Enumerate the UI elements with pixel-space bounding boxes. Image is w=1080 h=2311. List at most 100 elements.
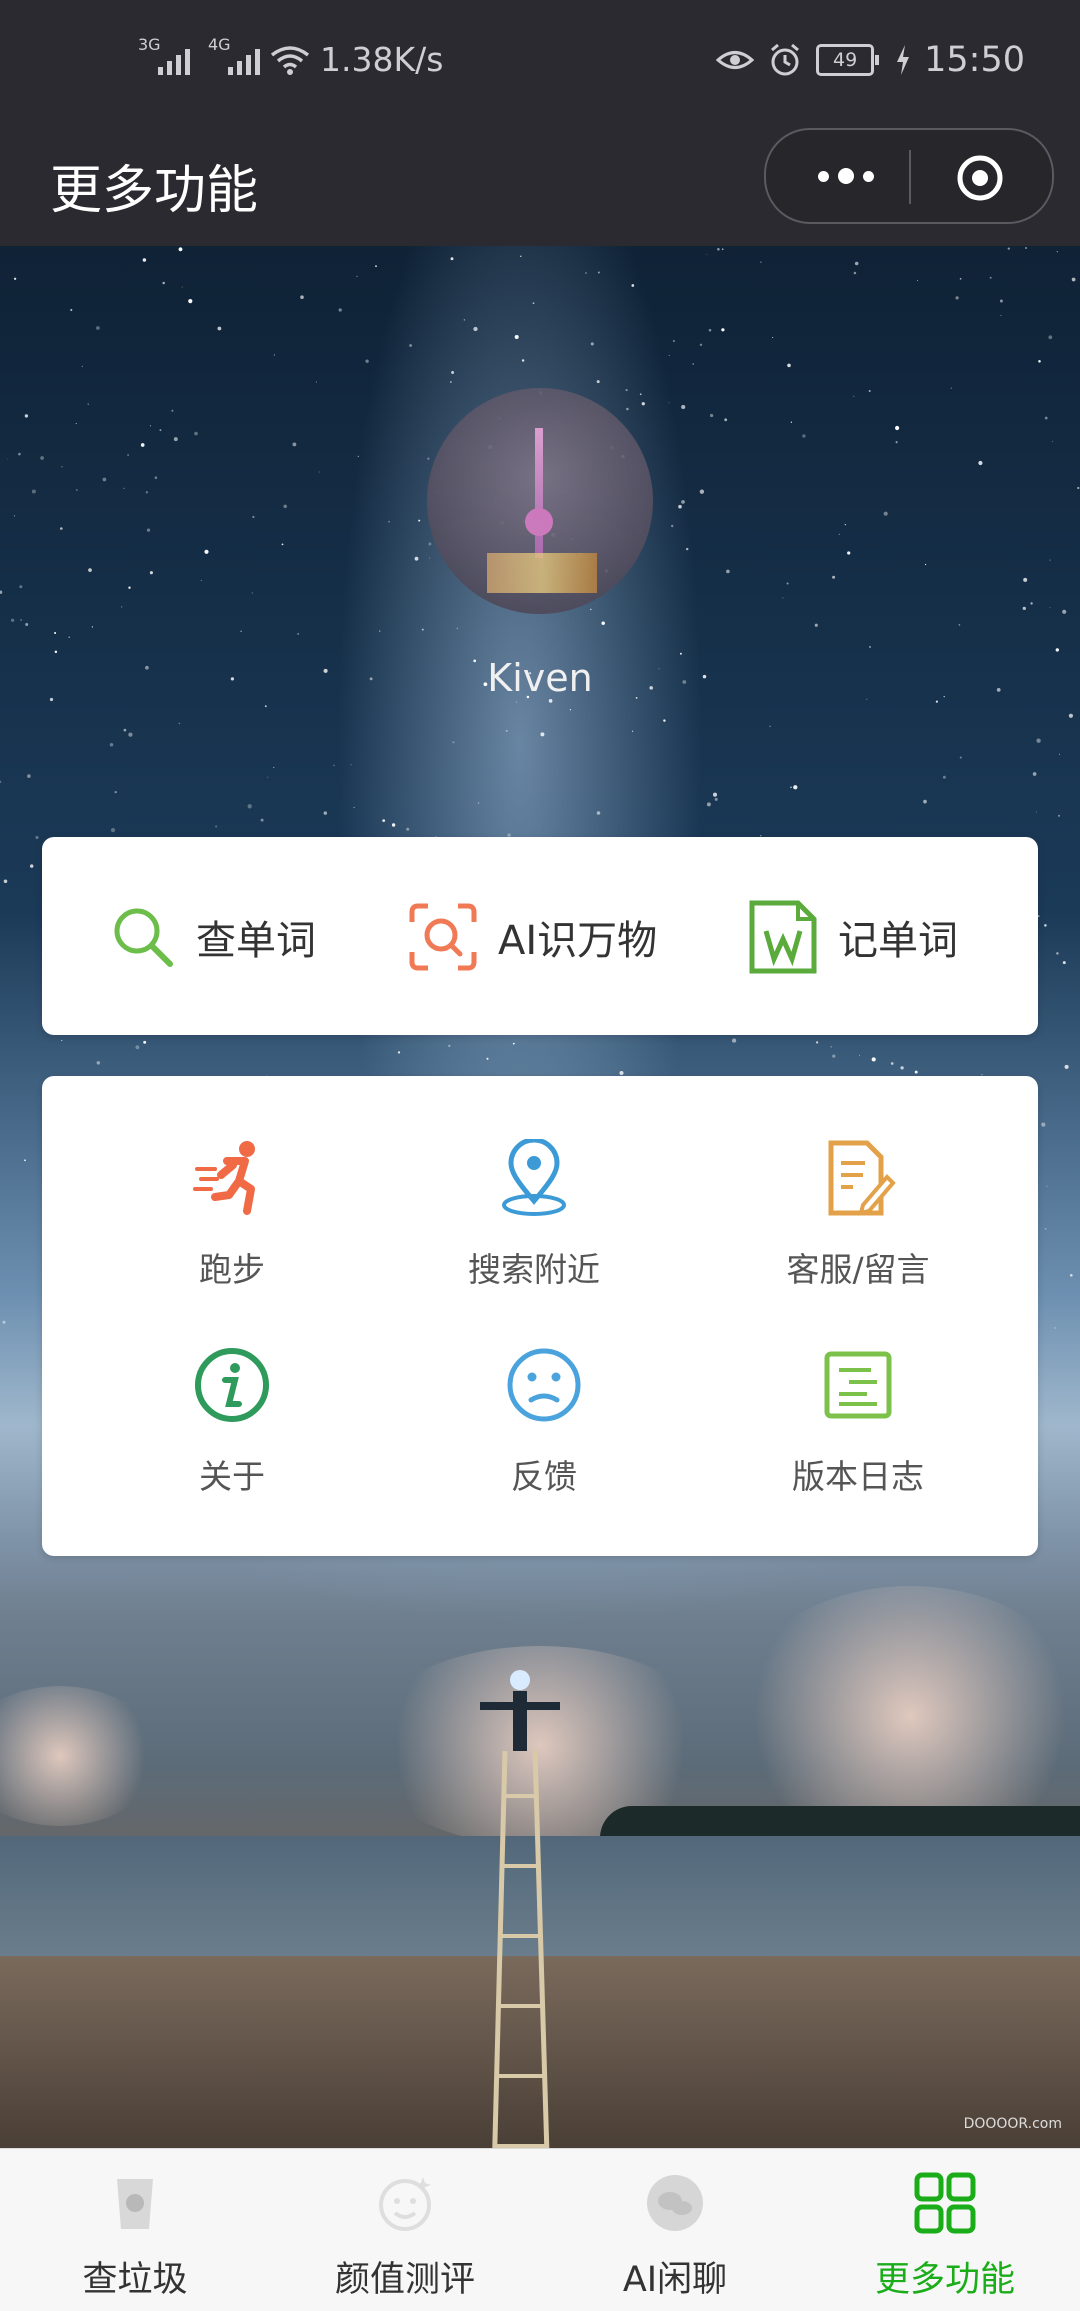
star [13, 277, 17, 280]
star [418, 519, 421, 522]
star [569, 709, 572, 711]
star [681, 404, 686, 410]
status-right: 49 15:50 [716, 40, 1025, 80]
star [251, 592, 253, 594]
features-card: 跑步 搜索附近 客服/留言 关于 反馈 版本日志 [42, 1076, 1038, 1556]
star [54, 650, 58, 654]
star [853, 395, 855, 397]
about-button[interactable]: 关于 [82, 1346, 382, 1498]
star [448, 1044, 451, 1048]
more-dots-icon[interactable] [806, 156, 886, 196]
quick-actions-card: 查单词 AI识万物 记单词 [42, 837, 1038, 1035]
star [388, 520, 390, 523]
star [200, 579, 202, 581]
memorize-word-label: 记单词 [838, 918, 958, 964]
star [273, 766, 275, 769]
tab-more-features[interactable]: 更多功能 [845, 2171, 1045, 2302]
customer-service-button[interactable]: 客服/留言 [708, 1139, 1008, 1291]
star [772, 336, 774, 339]
star [790, 786, 792, 789]
tab-ai-chat[interactable]: AI闲聊 [575, 2171, 775, 2302]
ai-recognize-button[interactable]: AI识万物 [408, 899, 657, 975]
note-edit-icon [828, 1140, 896, 1216]
lookup-word-button[interactable]: 查单词 [110, 899, 316, 975]
star [397, 1051, 401, 1054]
star [625, 389, 628, 392]
star [463, 319, 465, 321]
star [760, 261, 762, 263]
star [782, 597, 784, 599]
star [942, 775, 946, 779]
star [787, 363, 791, 368]
feedback-button[interactable]: 反馈 [394, 1346, 694, 1498]
star [452, 741, 455, 744]
star [512, 1042, 515, 1045]
avatar[interactable] [427, 388, 653, 614]
star [1062, 961, 1066, 965]
star [699, 489, 705, 494]
scan-icon [409, 903, 477, 971]
star [379, 630, 381, 632]
memorize-word-button[interactable]: 记单词 [748, 899, 958, 975]
star [149, 571, 153, 575]
star [24, 1159, 26, 1162]
running-button[interactable]: 跑步 [82, 1139, 382, 1291]
island [600, 1806, 1080, 1838]
star [678, 504, 682, 509]
star [143, 1040, 147, 1044]
star [76, 489, 78, 491]
tab-trash[interactable]: 查垃圾 [35, 2171, 235, 2302]
star [421, 628, 424, 631]
star [1000, 314, 1002, 316]
tab-bar: 查垃圾 颜值测评 AI闲聊 更多功能 [0, 2148, 1080, 2311]
star [958, 624, 961, 626]
star [1044, 1227, 1047, 1230]
capsule-divider [909, 150, 911, 204]
star [356, 275, 358, 277]
star [632, 730, 634, 732]
star [1035, 811, 1037, 813]
changelog-button[interactable]: 版本日志 [708, 1346, 1008, 1498]
close-target-icon[interactable] [956, 154, 1004, 202]
star [639, 393, 642, 396]
star [871, 1057, 876, 1062]
star [590, 342, 594, 346]
star [427, 457, 430, 460]
star [123, 487, 125, 489]
star [681, 500, 685, 504]
star [520, 255, 522, 257]
battery-level: 49 [833, 49, 858, 71]
star [10, 618, 15, 622]
star [318, 471, 320, 473]
star [769, 725, 771, 728]
star [428, 542, 432, 546]
star [786, 582, 789, 585]
star [188, 299, 193, 304]
page-title: 更多功能 [50, 161, 259, 221]
star [451, 371, 455, 374]
star [619, 1070, 624, 1076]
search-nearby-label: 搜索附近 [468, 1250, 600, 1289]
star [895, 441, 898, 444]
star [300, 295, 304, 299]
tab-face-score[interactable]: 颜值测评 [305, 2171, 505, 2302]
star [706, 254, 708, 255]
star [978, 460, 983, 466]
star [70, 308, 73, 312]
star [672, 339, 676, 343]
star [626, 407, 629, 411]
clock: 15:50 [924, 40, 1025, 80]
star [1044, 416, 1048, 420]
search-nearby-button[interactable]: 搜索附近 [384, 1137, 684, 1291]
grid-icon [914, 2172, 976, 2234]
user-name: Kiven [487, 656, 593, 700]
status-left: 3G 4G 1.38K/s [138, 35, 443, 80]
star [1064, 1064, 1069, 1069]
star [429, 557, 430, 559]
star [7, 458, 9, 460]
star [816, 1041, 819, 1044]
star [173, 437, 178, 442]
star [140, 443, 145, 447]
star [814, 623, 818, 627]
star [333, 764, 335, 767]
